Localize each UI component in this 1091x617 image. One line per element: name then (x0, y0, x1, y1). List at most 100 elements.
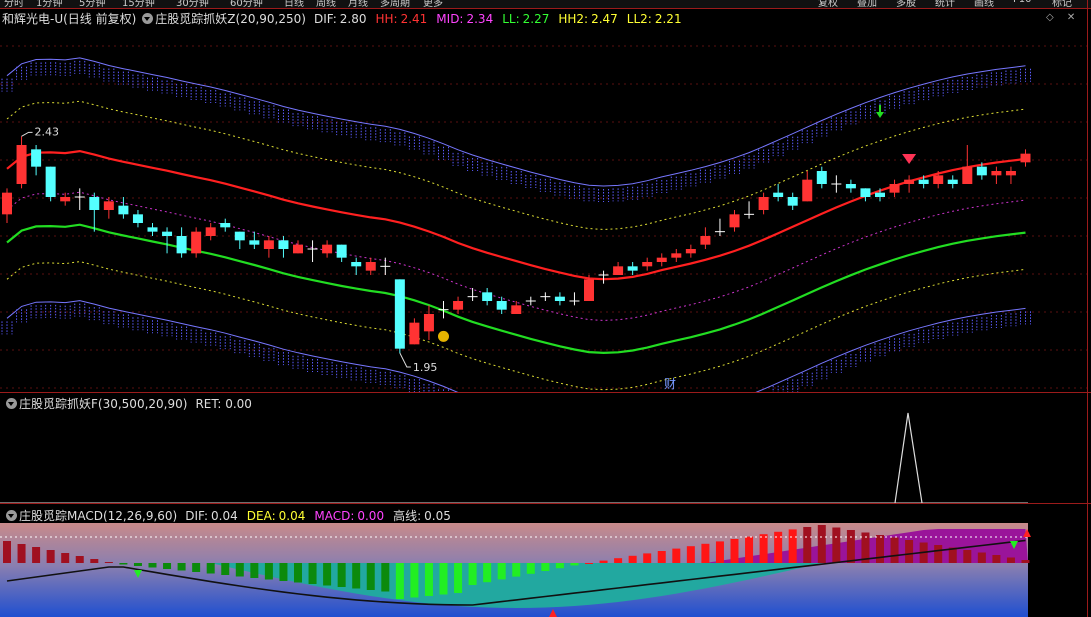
candle-body (671, 253, 682, 258)
high-label: 2.43 (35, 125, 60, 138)
toolbar-item[interactable]: F10 (1013, 0, 1031, 5)
macd-bar (846, 530, 855, 563)
macd-bar (745, 536, 754, 563)
macd-bar (686, 546, 695, 563)
macd-bar (890, 537, 899, 563)
toolbar-item[interactable]: 周线 (316, 0, 336, 8)
ll-line (6, 223, 1026, 355)
toolbar-item[interactable]: 月线 (348, 0, 368, 8)
candle-body (656, 257, 667, 262)
candle-body (918, 179, 929, 184)
candle-body (947, 179, 958, 184)
toolbar-item[interactable]: 统计 (935, 0, 955, 8)
candle-body (103, 201, 114, 210)
candle-body (933, 175, 944, 184)
candle-body (293, 244, 303, 254)
value-label: 高线: (393, 509, 422, 523)
lower-yellow-band (6, 261, 1026, 391)
ret-spike (894, 412, 923, 503)
indicator-menu-icon[interactable] (6, 510, 17, 521)
macd-bar (323, 563, 332, 586)
macd-bar (352, 563, 361, 589)
macd-bar (832, 527, 841, 563)
macd-bar (715, 541, 724, 563)
toolbar-item[interactable]: 1分钟 (36, 0, 62, 8)
candle-body (511, 305, 522, 314)
candle-body (802, 179, 813, 202)
macd-bar (992, 555, 1001, 563)
candle-body (773, 192, 784, 197)
candle-body (554, 296, 565, 301)
toolbar-item[interactable]: 多周期 (380, 0, 410, 8)
toolbar-item[interactable]: 分时 (4, 0, 24, 8)
toolbar-item[interactable]: 60分钟 (230, 0, 263, 8)
candle-body (700, 236, 711, 245)
toolbar-item[interactable]: 日线 (284, 0, 304, 8)
macd-bar (294, 563, 302, 583)
toolbar-item[interactable]: 更多 (423, 0, 443, 8)
macd-bar (32, 547, 41, 563)
macd-bar (628, 555, 637, 563)
macd-bar (410, 563, 419, 598)
candle-body (176, 236, 187, 254)
candle-body (976, 166, 987, 176)
macd-bar (337, 563, 346, 587)
toolbar-item[interactable]: 标记 (1052, 0, 1072, 8)
candle-body (1005, 171, 1016, 176)
macd-bar (555, 563, 564, 569)
candle-body (453, 301, 464, 310)
macd-bar (672, 548, 681, 563)
panel-divider-2 (0, 503, 1091, 504)
candle-body (816, 171, 827, 184)
candle-body (263, 240, 274, 249)
macd-bar (1021, 560, 1030, 563)
macd-bar (512, 563, 521, 577)
toolbar-item[interactable]: 多股 (896, 0, 916, 8)
lower-outer-band (6, 300, 1026, 392)
value-number: 0.05 (424, 509, 451, 523)
macd-bar (905, 540, 914, 563)
macd-bar (308, 563, 317, 584)
macd-bar (730, 539, 739, 563)
candle-body (278, 240, 289, 249)
candle-body (45, 166, 56, 197)
candle-body (89, 197, 100, 210)
panel3-indicator-name[interactable]: 庄股觅踪MACD(12,26,9,60) (19, 507, 177, 524)
money-bag-icon (438, 330, 449, 342)
candle-body (60, 197, 71, 202)
macd-bar (701, 543, 710, 563)
candle-body (2, 192, 12, 215)
macd-bar (643, 553, 652, 563)
macd-bar (3, 541, 11, 563)
toolbar-item[interactable]: 复权 (818, 0, 838, 8)
toolbar-item[interactable]: 30分钟 (176, 0, 209, 8)
toolbar-item[interactable]: 15分钟 (122, 0, 155, 8)
macd-chart (0, 523, 1031, 617)
candle-body (875, 192, 885, 197)
toolbar-item[interactable]: 5分钟 (79, 0, 105, 8)
candle-body (365, 262, 376, 271)
candle-body (904, 179, 915, 184)
toolbar-item[interactable]: 画线 (974, 0, 994, 8)
macd-bar (977, 552, 986, 563)
macd-bar (788, 529, 797, 563)
candle-body (482, 292, 493, 301)
macd-bar (657, 551, 666, 563)
macd-bar (963, 550, 972, 563)
macd-bar (104, 562, 113, 563)
macd-bar (163, 563, 172, 569)
candle-body (132, 214, 143, 223)
macd-bar (934, 545, 943, 563)
macd-bar (483, 563, 492, 583)
low-label: 1.95 (413, 361, 438, 374)
candle-body (191, 231, 202, 254)
macd-bar (454, 563, 463, 593)
macd-bar (497, 563, 506, 580)
candle-body (787, 197, 798, 206)
macd-bar (614, 558, 623, 563)
value-label: DIF: (185, 509, 209, 523)
candle-body (889, 184, 900, 193)
candle-body (409, 322, 420, 345)
toolbar-item[interactable]: 叠加 (857, 0, 877, 8)
candle-body (16, 145, 27, 184)
